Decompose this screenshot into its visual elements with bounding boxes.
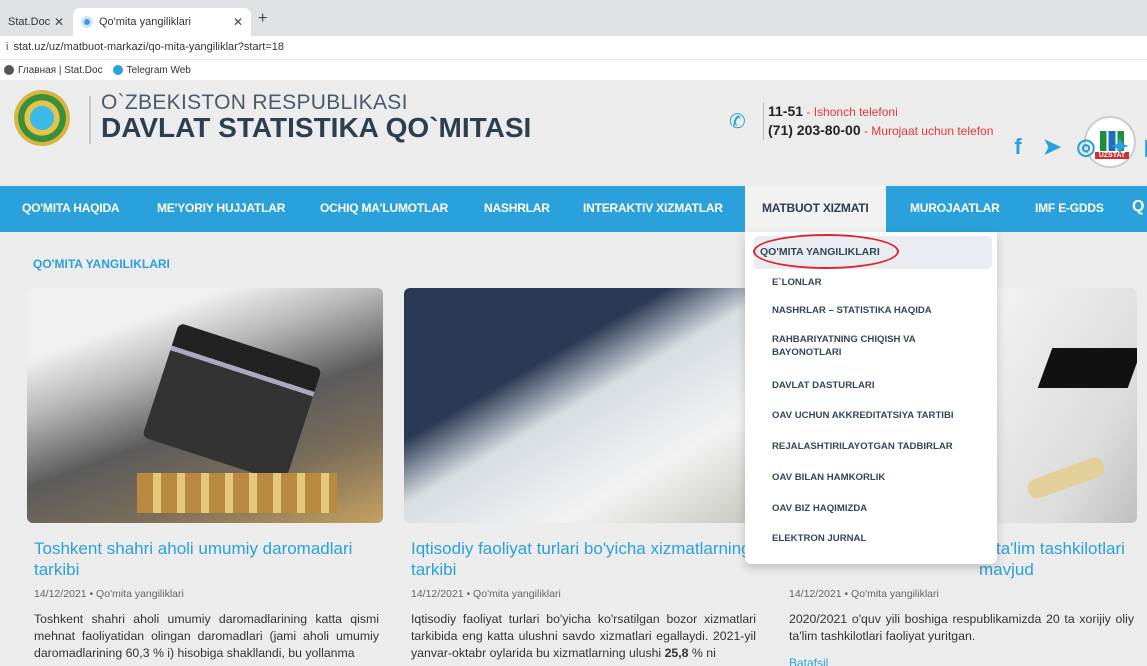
- telegram-icon[interactable]: ➤: [1040, 134, 1064, 160]
- bookmark-label: Telegram Web: [126, 64, 191, 76]
- calculator-graphic: [142, 322, 322, 484]
- diploma-graphic: [1024, 454, 1108, 502]
- url-text[interactable]: stat.uz/uz/matbuot-markazi/qo-mita-yangi…: [13, 41, 284, 53]
- dropdown-item-biz-haqimizda[interactable]: OAV BIZ HAQIMIZDA: [772, 502, 972, 515]
- state-emblem-icon[interactable]: [14, 90, 70, 146]
- excerpt-highlight: 25,8: [664, 646, 689, 660]
- instagram-icon[interactable]: ◎: [1074, 134, 1098, 160]
- news-image-business[interactable]: [404, 288, 749, 523]
- nav-qomita-haqida[interactable]: QO'MITA HAQIDA: [22, 201, 120, 215]
- dropdown-item-nashrlar[interactable]: NASHRLAR – STATISTIKA HAQIDA: [772, 304, 972, 317]
- browser-tab-strip: Stat.Doc ✕ Qo'mita yangiliklari ✕ +: [0, 0, 1147, 36]
- phone1-label: - Ishonch telefoni: [803, 105, 898, 119]
- nav-ochiq-malumotlar[interactable]: OCHIQ MA'LUMOTLAR: [320, 201, 448, 215]
- dropdown-item-tadbirlar[interactable]: REJALASHTIRILAYOTGAN TADBIRLAR: [772, 440, 972, 453]
- dropdown-item-akkreditatsiya[interactable]: OAV UCHUN AKKREDITATSIYA TARTIBI: [772, 409, 972, 422]
- phone-block: 11-51 - Ishonch telefoni (71) 203-80-00 …: [763, 102, 993, 140]
- news-image-calculator[interactable]: [27, 288, 383, 523]
- bookmark-label: Главная | Stat.Doc: [18, 64, 103, 76]
- dropdown-item-hamkorlik[interactable]: OAV BILAN HAMKORLIK: [772, 471, 972, 484]
- facebook-icon[interactable]: f: [1006, 134, 1030, 160]
- bookmark-icon: [4, 65, 14, 75]
- news-excerpt: Toshkent shahri aholi umumiy daromadlari…: [34, 612, 379, 660]
- phone2-number[interactable]: (71) 203-80-00: [768, 122, 861, 138]
- nav-imf-egdds[interactable]: IMF E-GDDS: [1035, 201, 1104, 215]
- site-title-line2[interactable]: DAVLAT STATISTIKA QO`MITASI: [101, 112, 531, 144]
- phone-icon: ✆: [729, 111, 746, 133]
- dropdown-item-elonlar[interactable]: E`LONLAR: [772, 276, 972, 289]
- phone2-label: - Murojaat uchun telefon: [860, 124, 994, 138]
- news-excerpt: 2020/2021 o'quv yili boshiga respublikam…: [789, 612, 1134, 643]
- news-meta: 14/12/2021 • Qo'mita yangiliklari: [411, 588, 561, 600]
- main-nav: QO'MITA HAQIDA ME'YORIY HUJJATLAR OCHIQ …: [0, 186, 1147, 232]
- nav-meyoriy-hujjatlar[interactable]: ME'YORIY HUJJATLAR: [157, 201, 285, 215]
- info-icon[interactable]: i: [6, 41, 8, 53]
- phone1-number[interactable]: 11-51: [768, 103, 803, 119]
- news-excerpt: Iqtisodiy faoliyat turlari bo'yicha ko'r…: [411, 611, 756, 662]
- bookmarks-bar: Главная | Stat.Doc Telegram Web: [0, 60, 1147, 80]
- coins-graphic: [137, 473, 337, 513]
- search-icon[interactable]: Q: [1132, 198, 1144, 216]
- nav-matbuot-xizmati[interactable]: MATBUOT XIZMATI: [745, 186, 886, 232]
- dropdown-item-rahbariyat[interactable]: RAHBARIYATNING CHIQISH VA BAYONOTLARI: [772, 333, 972, 359]
- news-title[interactable]: Iqtisodiy faoliyat turlari bo'yicha xizm…: [411, 538, 756, 580]
- social-links: f ➤ ◎ ✦ ▶: [1006, 134, 1147, 160]
- site-header: O`ZBEKISTON RESPUBLIKASI DAVLAT STATISTI…: [0, 80, 1147, 186]
- tab-label: Qo'mita yangiliklari: [99, 16, 191, 28]
- news-image-graduation[interactable]: [990, 288, 1137, 523]
- youtube-icon[interactable]: ▶: [1142, 134, 1147, 160]
- dropdown-item-elektron-jurnal[interactable]: ELEKTRON JURNAL: [772, 532, 972, 545]
- favicon-icon: [81, 16, 93, 28]
- bookmark-telegram[interactable]: Telegram Web: [112, 64, 191, 76]
- address-bar[interactable]: i stat.uz/uz/matbuot-markazi/qo-mita-yang…: [0, 36, 1147, 60]
- news-title[interactable]: Toshkent shahri aholi umumiy daromadlari…: [34, 538, 374, 580]
- twitter-icon[interactable]: ✦: [1108, 134, 1132, 160]
- tab-statdoc[interactable]: Stat.Doc ✕: [0, 8, 72, 36]
- telegram-icon: [112, 65, 123, 75]
- matbuot-dropdown-menu: QO'MITA YANGILIKLARI E`LONLAR NASHRLAR –…: [745, 232, 997, 564]
- section-title: QO'MITA YANGILIKLARI: [33, 257, 170, 271]
- tab-qomita[interactable]: Qo'mita yangiliklari ✕: [73, 8, 251, 36]
- excerpt-part: % ni: [688, 646, 716, 660]
- highlight-ring: [753, 234, 899, 269]
- close-tab-icon[interactable]: ✕: [54, 15, 64, 29]
- new-tab-icon[interactable]: +: [258, 10, 267, 28]
- nav-murojaatlar[interactable]: MUROJAATLAR: [910, 201, 1000, 215]
- tab-label: Stat.Doc: [8, 16, 51, 28]
- news-meta: 14/12/2021 • Qo'mita yangiliklari: [34, 588, 184, 600]
- nav-interaktiv-xizmatlar[interactable]: INTERAKTIV XIZMATLAR: [583, 201, 723, 215]
- divider: [89, 96, 91, 144]
- news-meta: 14/12/2021 • Qo'mita yangiliklari: [789, 588, 939, 600]
- graduation-cap-graphic: [1037, 348, 1137, 388]
- close-tab-icon[interactable]: ✕: [233, 15, 243, 29]
- dropdown-item-davlat-dasturlari[interactable]: DAVLAT DASTURLARI: [772, 379, 972, 392]
- read-more-link[interactable]: Batafsil: [789, 656, 828, 666]
- bookmark-statdoc[interactable]: Главная | Stat.Doc: [4, 65, 103, 76]
- nav-nashrlar[interactable]: NASHRLAR: [484, 201, 550, 215]
